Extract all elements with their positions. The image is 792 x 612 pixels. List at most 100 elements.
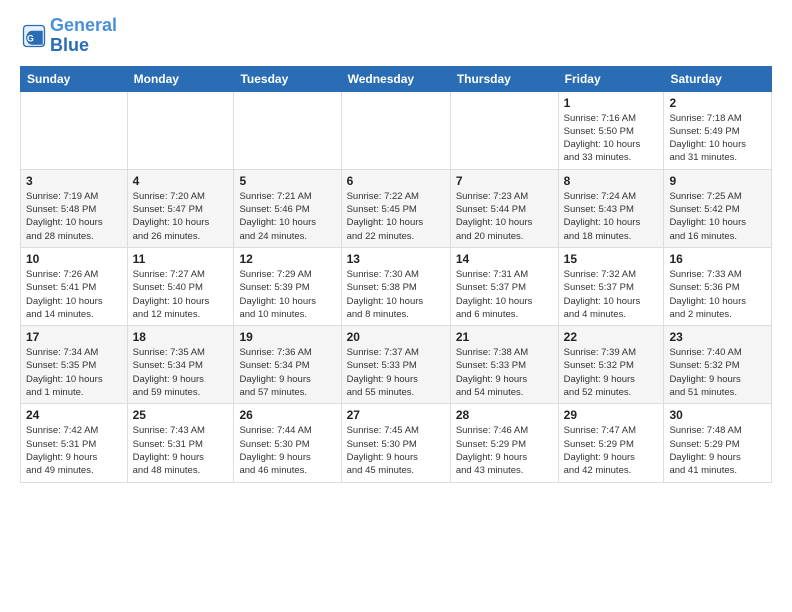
- calendar-day-cell: 7Sunrise: 7:23 AM Sunset: 5:44 PM Daylig…: [450, 169, 558, 247]
- day-info: Sunrise: 7:34 AM Sunset: 5:35 PM Dayligh…: [26, 346, 122, 399]
- calendar-week-row: 3 Sunrise: 7:19 AM Sunset: 5:48 PM Daylig…: [21, 169, 772, 247]
- calendar-day-cell: 25 Sunrise: 7:43 AM Sunset: 5:31 PM Dayli…: [127, 404, 234, 482]
- day-number: 26: [239, 408, 335, 422]
- day-number: 16: [669, 252, 766, 266]
- day-info: Sunrise: 7:30 AM Sunset: 5:38 PM Dayligh…: [347, 268, 445, 321]
- day-number: 30: [669, 408, 766, 422]
- calendar-day-cell: 5Sunrise: 7:21 AM Sunset: 5:46 PM Daylig…: [234, 169, 341, 247]
- day-number: 19: [239, 330, 335, 344]
- day-info: Sunrise: 7:19 AM Sunset: 5:48 PM Dayligh…: [26, 190, 122, 243]
- calendar-day-cell: 13 Sunrise: 7:30 AM Sunset: 5:38 PM Dayli…: [341, 247, 450, 325]
- calendar-day-cell: 12Sunrise: 7:29 AM Sunset: 5:39 PM Dayli…: [234, 247, 341, 325]
- day-info: Sunrise: 7:37 AM Sunset: 5:33 PM Dayligh…: [347, 346, 445, 399]
- day-number: 3: [26, 174, 122, 188]
- calendar-day-cell: 29 Sunrise: 7:47 AM Sunset: 5:29 PM Dayli…: [558, 404, 664, 482]
- day-number: 18: [133, 330, 229, 344]
- calendar-day-cell: 11 Sunrise: 7:27 AM Sunset: 5:40 PM Dayli…: [127, 247, 234, 325]
- day-number: 11: [133, 252, 229, 266]
- day-number: 22: [564, 330, 659, 344]
- calendar-day-cell: [341, 91, 450, 169]
- calendar-day-cell: 18 Sunrise: 7:35 AM Sunset: 5:34 PM Dayli…: [127, 326, 234, 404]
- calendar-day-cell: [234, 91, 341, 169]
- calendar-day-header: Wednesday: [341, 66, 450, 91]
- calendar-day-cell: 19 Sunrise: 7:36 AM Sunset: 5:34 PM Dayli…: [234, 326, 341, 404]
- logo: G General Blue: [20, 16, 117, 56]
- calendar-week-row: 1 Sunrise: 7:16 AM Sunset: 5:50 PM Daylig…: [21, 91, 772, 169]
- calendar-day-cell: 10 Sunrise: 7:26 AM Sunset: 5:41 PM Dayli…: [21, 247, 128, 325]
- day-number: 10: [26, 252, 122, 266]
- day-info: Sunrise: 7:20 AM Sunset: 5:47 PM Dayligh…: [133, 190, 229, 243]
- day-number: 8: [564, 174, 659, 188]
- calendar-day-header: Thursday: [450, 66, 558, 91]
- day-number: 15: [564, 252, 659, 266]
- calendar-day-cell: [127, 91, 234, 169]
- calendar-day-cell: [450, 91, 558, 169]
- calendar-day-cell: 15Sunrise: 7:32 AM Sunset: 5:37 PM Dayli…: [558, 247, 664, 325]
- day-info: Sunrise: 7:36 AM Sunset: 5:34 PM Dayligh…: [239, 346, 335, 399]
- calendar-day-cell: 20 Sunrise: 7:37 AM Sunset: 5:33 PM Dayli…: [341, 326, 450, 404]
- calendar-day-cell: 27 Sunrise: 7:45 AM Sunset: 5:30 PM Dayli…: [341, 404, 450, 482]
- header: G General Blue: [20, 16, 772, 56]
- day-info: Sunrise: 7:16 AM Sunset: 5:50 PM Dayligh…: [564, 112, 659, 165]
- day-number: 20: [347, 330, 445, 344]
- day-number: 28: [456, 408, 553, 422]
- day-number: 6: [347, 174, 445, 188]
- calendar-day-cell: 17 Sunrise: 7:34 AM Sunset: 5:35 PM Dayli…: [21, 326, 128, 404]
- calendar-day-cell: 28 Sunrise: 7:46 AM Sunset: 5:29 PM Dayli…: [450, 404, 558, 482]
- day-info: Sunrise: 7:42 AM Sunset: 5:31 PM Dayligh…: [26, 424, 122, 477]
- day-info: Sunrise: 7:27 AM Sunset: 5:40 PM Dayligh…: [133, 268, 229, 321]
- day-number: 23: [669, 330, 766, 344]
- day-number: 13: [347, 252, 445, 266]
- day-info: Sunrise: 7:43 AM Sunset: 5:31 PM Dayligh…: [133, 424, 229, 477]
- calendar-day-cell: 6Sunrise: 7:22 AM Sunset: 5:45 PM Daylig…: [341, 169, 450, 247]
- svg-text:G: G: [27, 33, 34, 43]
- day-info: Sunrise: 7:44 AM Sunset: 5:30 PM Dayligh…: [239, 424, 335, 477]
- day-info: Sunrise: 7:40 AM Sunset: 5:32 PM Dayligh…: [669, 346, 766, 399]
- calendar-day-header: Tuesday: [234, 66, 341, 91]
- day-info: Sunrise: 7:31 AM Sunset: 5:37 PM Dayligh…: [456, 268, 553, 321]
- day-number: 1: [564, 96, 659, 110]
- day-number: 25: [133, 408, 229, 422]
- day-number: 29: [564, 408, 659, 422]
- day-number: 5: [239, 174, 335, 188]
- day-number: 27: [347, 408, 445, 422]
- day-info: Sunrise: 7:29 AM Sunset: 5:39 PM Dayligh…: [239, 268, 335, 321]
- calendar-day-cell: 21 Sunrise: 7:38 AM Sunset: 5:33 PM Dayli…: [450, 326, 558, 404]
- calendar-day-header: Friday: [558, 66, 664, 91]
- calendar-day-cell: 3 Sunrise: 7:19 AM Sunset: 5:48 PM Daylig…: [21, 169, 128, 247]
- day-number: 21: [456, 330, 553, 344]
- day-number: 4: [133, 174, 229, 188]
- day-info: Sunrise: 7:33 AM Sunset: 5:36 PM Dayligh…: [669, 268, 766, 321]
- day-number: 2: [669, 96, 766, 110]
- day-info: Sunrise: 7:46 AM Sunset: 5:29 PM Dayligh…: [456, 424, 553, 477]
- calendar-day-header: Saturday: [664, 66, 772, 91]
- calendar-day-cell: 8 Sunrise: 7:24 AM Sunset: 5:43 PM Daylig…: [558, 169, 664, 247]
- calendar-table: SundayMondayTuesdayWednesdayThursdayFrid…: [20, 66, 772, 483]
- day-info: Sunrise: 7:26 AM Sunset: 5:41 PM Dayligh…: [26, 268, 122, 321]
- calendar-week-row: 17 Sunrise: 7:34 AM Sunset: 5:35 PM Dayli…: [21, 326, 772, 404]
- page-container: G General Blue SundayMondayTuesdayWednes…: [0, 0, 792, 493]
- calendar-day-cell: 2Sunrise: 7:18 AM Sunset: 5:49 PM Daylig…: [664, 91, 772, 169]
- day-number: 14: [456, 252, 553, 266]
- calendar-day-cell: [21, 91, 128, 169]
- day-number: 17: [26, 330, 122, 344]
- day-info: Sunrise: 7:47 AM Sunset: 5:29 PM Dayligh…: [564, 424, 659, 477]
- calendar-header-row: SundayMondayTuesdayWednesdayThursdayFrid…: [21, 66, 772, 91]
- day-number: 9: [669, 174, 766, 188]
- day-info: Sunrise: 7:24 AM Sunset: 5:43 PM Dayligh…: [564, 190, 659, 243]
- calendar-day-cell: 1 Sunrise: 7:16 AM Sunset: 5:50 PM Daylig…: [558, 91, 664, 169]
- calendar-day-cell: 26 Sunrise: 7:44 AM Sunset: 5:30 PM Dayli…: [234, 404, 341, 482]
- day-info: Sunrise: 7:45 AM Sunset: 5:30 PM Dayligh…: [347, 424, 445, 477]
- logo-text: General Blue: [50, 16, 117, 56]
- day-info: Sunrise: 7:38 AM Sunset: 5:33 PM Dayligh…: [456, 346, 553, 399]
- day-info: Sunrise: 7:35 AM Sunset: 5:34 PM Dayligh…: [133, 346, 229, 399]
- calendar-day-cell: 23 Sunrise: 7:40 AM Sunset: 5:32 PM Dayli…: [664, 326, 772, 404]
- day-info: Sunrise: 7:39 AM Sunset: 5:32 PM Dayligh…: [564, 346, 659, 399]
- day-info: Sunrise: 7:48 AM Sunset: 5:29 PM Dayligh…: [669, 424, 766, 477]
- calendar-day-cell: 9Sunrise: 7:25 AM Sunset: 5:42 PM Daylig…: [664, 169, 772, 247]
- calendar-day-cell: 14 Sunrise: 7:31 AM Sunset: 5:37 PM Dayli…: [450, 247, 558, 325]
- logo-icon: G: [20, 22, 48, 50]
- calendar-day-cell: 24Sunrise: 7:42 AM Sunset: 5:31 PM Dayli…: [21, 404, 128, 482]
- calendar-day-cell: 4 Sunrise: 7:20 AM Sunset: 5:47 PM Daylig…: [127, 169, 234, 247]
- day-info: Sunrise: 7:23 AM Sunset: 5:44 PM Dayligh…: [456, 190, 553, 243]
